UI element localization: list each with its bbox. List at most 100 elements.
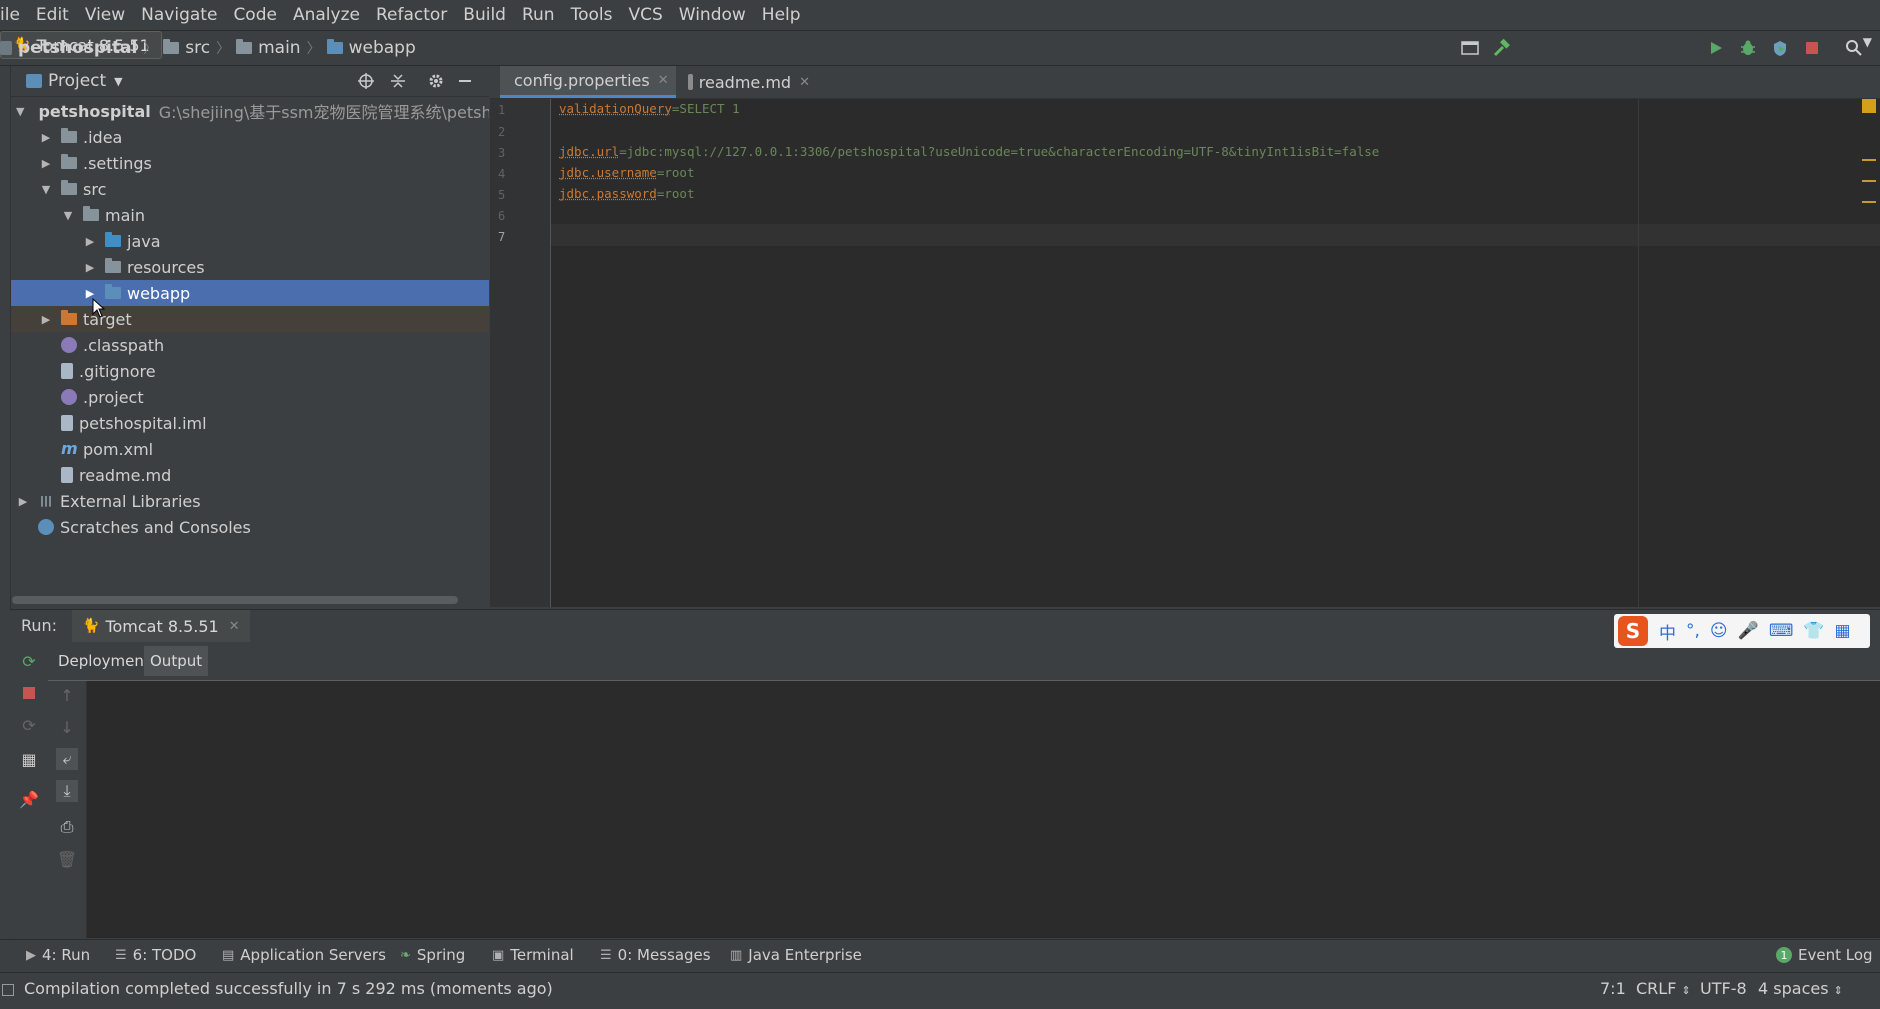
chevron-down-icon[interactable]: ▼ <box>39 183 53 196</box>
menu-file[interactable]: ile <box>0 0 28 30</box>
coverage-icon[interactable] <box>1768 36 1792 60</box>
close-icon[interactable]: ✕ <box>799 75 810 90</box>
scroll-to-end-icon[interactable]: ⤓ <box>56 780 78 802</box>
menu-code[interactable]: Code <box>225 0 285 30</box>
horizontal-scrollbar[interactable] <box>12 596 458 604</box>
tab-deployment[interactable]: Deployment <box>52 646 156 676</box>
caret-position[interactable]: 7:1 <box>1600 979 1626 998</box>
close-icon[interactable]: ✕ <box>658 73 669 88</box>
search-icon[interactable] <box>1842 36 1866 60</box>
tree-item-classpath[interactable]: .classpath <box>11 332 489 358</box>
tree-item-webapp[interactable]: ▶ webapp <box>11 280 489 306</box>
toolwindow-terminal[interactable]: ▣ Terminal <box>492 946 574 964</box>
close-icon[interactable]: ✕ <box>229 619 240 634</box>
tree-item-iml[interactable]: petshospital.iml <box>11 410 489 436</box>
tree-item-pom[interactable]: m pom.xml <box>11 436 489 462</box>
error-stripe-mark[interactable] <box>1862 180 1876 182</box>
menu-help[interactable]: Help <box>754 0 809 30</box>
tree-item-petshospital[interactable]: ▼ petshospital G:\shejiing\基于ssm宠物医院管理系统… <box>11 98 489 124</box>
menu-refactor[interactable]: Refactor <box>368 0 455 30</box>
tab-readme[interactable]: readme.md ✕ <box>680 66 818 98</box>
arrow-down-icon[interactable]: ↓ <box>56 716 78 738</box>
toolwindow-java-enterprise[interactable]: ▥ Java Enterprise <box>730 946 862 964</box>
toolwindow-messages[interactable]: ☰ 0: Messages <box>600 946 711 964</box>
chevron-down-icon[interactable]: ▼ <box>16 105 24 118</box>
toolwindow-run[interactable]: ▶ 4: Run <box>26 946 90 964</box>
build-hammer-icon[interactable] <box>1490 36 1514 60</box>
print-icon[interactable]: ⎙ <box>56 816 78 838</box>
file-encoding[interactable]: UTF-8 <box>1700 979 1747 998</box>
chevron-down-icon[interactable]: ▼ <box>61 209 75 222</box>
menu-edit[interactable]: Edit <box>28 0 77 30</box>
chevron-right-icon[interactable]: ▶ <box>39 313 53 326</box>
console-output[interactable] <box>87 681 1880 938</box>
breadcrumb-src[interactable]: src <box>185 38 210 58</box>
gear-icon[interactable] <box>424 69 448 93</box>
warning-marker-icon[interactable] <box>1862 99 1876 113</box>
ime-toolbar[interactable]: S 中 °, ☺ 🎤 ⌨ 👕 ▦ <box>1614 614 1870 648</box>
toolwindow-spring[interactable]: ❧ Spring <box>400 946 465 964</box>
run-icon[interactable] <box>1704 36 1728 60</box>
microphone-icon[interactable]: 🎤 <box>1738 621 1759 641</box>
tree-item-readme[interactable]: readme.md <box>11 462 489 488</box>
menu-navigate[interactable]: Navigate <box>133 0 225 30</box>
layout-icon[interactable] <box>1458 36 1482 60</box>
project-view-select[interactable]: Project ▼ <box>26 71 123 91</box>
soft-wrap-icon[interactable]: ⤶ <box>56 748 78 770</box>
tree-item-gitignore[interactable]: .gitignore <box>11 358 489 384</box>
tree-item-src[interactable]: ▼ src <box>11 176 489 202</box>
line-separator[interactable]: CRLF ⇕ <box>1636 979 1691 998</box>
rerun-icon[interactable]: ⟳ <box>18 650 40 672</box>
breadcrumb-webapp[interactable]: webapp <box>349 38 416 58</box>
chevron-right-icon[interactable]: ▶ <box>83 261 97 274</box>
tab-config-properties[interactable]: config.properties ✕ <box>500 66 676 98</box>
error-stripe-mark[interactable] <box>1862 201 1876 203</box>
locate-crosshair-icon[interactable] <box>354 69 378 93</box>
tree-item-main[interactable]: ▼ main <box>11 202 489 228</box>
chevron-right-icon[interactable]: ▶ <box>39 157 53 170</box>
trash-icon[interactable]: 🗑 <box>56 848 78 870</box>
tab-output[interactable]: Output <box>144 646 209 676</box>
arrow-up-icon[interactable]: ↑ <box>56 684 78 706</box>
status-message[interactable]: Compilation completed successfully in 7 … <box>24 979 553 998</box>
stop-icon[interactable] <box>1800 36 1824 60</box>
tool-windows-toggle-icon[interactable] <box>2 984 14 996</box>
toolwindow-todo[interactable]: ☰ 6: TODO <box>115 946 196 964</box>
emoji-icon[interactable]: ☺ <box>1710 621 1728 641</box>
menu-analyze[interactable]: Analyze <box>285 0 368 30</box>
hide-panel-icon[interactable] <box>453 69 477 93</box>
skin-shirt-icon[interactable]: 👕 <box>1803 621 1824 641</box>
menu-build[interactable]: Build <box>455 0 514 30</box>
tree-item-resources[interactable]: ▶ resources <box>11 254 489 280</box>
debug-bug-icon[interactable] <box>1736 36 1760 60</box>
ime-mode[interactable]: 中 <box>1659 619 1676 644</box>
menu-vcs[interactable]: VCS <box>620 0 670 30</box>
tree-item-idea[interactable]: ▶ .idea <box>11 124 489 150</box>
tree-item-target[interactable]: ▶ target <box>11 306 489 332</box>
punctuation-icon[interactable]: °, <box>1686 621 1700 641</box>
tree-item-scratches[interactable]: Scratches and Consoles <box>11 514 489 540</box>
grid-menu-icon[interactable]: ▦ <box>1835 621 1851 641</box>
stop-icon[interactable] <box>18 682 40 704</box>
indent-setting[interactable]: 4 spaces ⇕ <box>1758 979 1843 998</box>
pin-icon[interactable]: 📌 <box>18 788 40 810</box>
keyboard-icon[interactable]: ⌨ <box>1769 621 1794 641</box>
run-tab-tomcat[interactable]: 🐈 Tomcat 8.5.51 ✕ <box>72 610 250 642</box>
chevron-right-icon[interactable]: ▶ <box>39 131 53 144</box>
tree-item-project[interactable]: .project <box>11 384 489 410</box>
menu-tools[interactable]: Tools <box>563 0 621 30</box>
update-icon[interactable]: ⟳ <box>18 714 40 736</box>
toolwindow-event-log[interactable]: 1 Event Log <box>1776 946 1873 964</box>
collapse-all-icon[interactable] <box>386 69 410 93</box>
menu-run[interactable]: Run <box>514 0 563 30</box>
tree-item-external-libraries[interactable]: ▶ ||| External Libraries <box>11 488 489 514</box>
breadcrumb-main[interactable]: main <box>258 38 300 58</box>
toolwindow-app-servers[interactable]: ▤ Application Servers <box>222 946 386 964</box>
menu-window[interactable]: Window <box>671 0 754 30</box>
tree-item-java[interactable]: ▶ java <box>11 228 489 254</box>
menu-view[interactable]: View <box>77 0 133 30</box>
layout-icon[interactable]: ▦ <box>18 748 40 770</box>
chevron-right-icon[interactable]: ▶ <box>83 235 97 248</box>
tree-item-settings[interactable]: ▶ .settings <box>11 150 489 176</box>
breadcrumb-project[interactable]: petshospital <box>18 38 137 58</box>
